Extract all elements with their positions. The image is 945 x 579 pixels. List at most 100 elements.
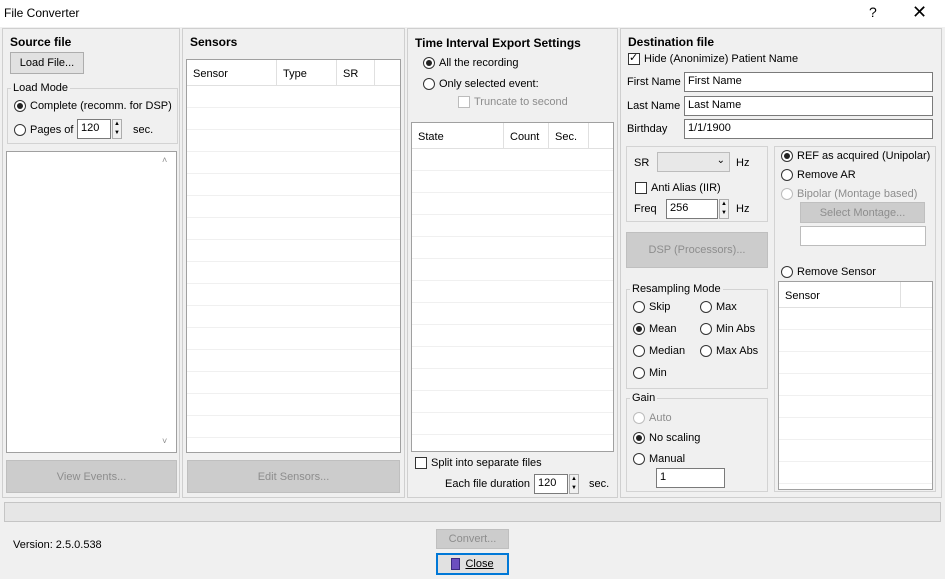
radio-indicator[interactable] (781, 188, 793, 200)
selected-event-label: Only selected event: (439, 78, 539, 90)
gain-label: Gain (630, 392, 658, 404)
load-file-button[interactable]: Load File... (10, 52, 84, 74)
no-scaling-radio[interactable]: No scaling (633, 432, 700, 444)
manual-gain-input[interactable]: 1 (656, 468, 725, 488)
bipolar-radio[interactable]: Bipolar (Montage based) (781, 188, 917, 200)
column-type[interactable]: Type (277, 60, 337, 85)
sr-label: SR (634, 157, 650, 169)
anti-alias-checkbox[interactable]: Anti Alias (IIR) (635, 182, 721, 194)
version-label: Version: 2.5.0.538 (13, 539, 102, 551)
last-name-input[interactable]: Last Name (684, 96, 933, 116)
select-montage-button[interactable]: Select Montage... (800, 202, 925, 223)
manual-radio[interactable]: Manual (633, 453, 685, 465)
resampling-label: Resampling Mode (630, 283, 723, 295)
radio-indicator[interactable] (700, 345, 712, 357)
close-button[interactable]: Close (436, 553, 509, 575)
radio-indicator[interactable] (700, 301, 712, 313)
skip-radio[interactable]: Skip (633, 301, 670, 313)
remove-sensor-label: Remove Sensor (797, 266, 876, 278)
mean-radio[interactable]: Mean (633, 323, 677, 335)
remove-ar-radio[interactable]: Remove AR (781, 169, 856, 181)
radio-indicator[interactable] (633, 367, 645, 379)
sr-hz-label: Hz (736, 157, 750, 169)
source-file-title: Source file (10, 35, 72, 49)
radio-indicator[interactable] (633, 453, 645, 465)
split-files-checkbox[interactable]: Split into separate files (415, 457, 542, 469)
column-sr[interactable]: SR (337, 60, 375, 85)
radio-indicator[interactable] (14, 124, 26, 136)
remove-sensor-table[interactable]: Sensor (778, 281, 933, 490)
pages-input[interactable]: 120 (77, 119, 111, 139)
column-sec[interactable]: Sec. (549, 123, 589, 148)
close-window-button[interactable]: ✕ (912, 2, 927, 23)
truncate-checkbox[interactable]: Truncate to second (458, 96, 568, 108)
min-abs-radio[interactable]: Min Abs (700, 323, 755, 335)
destination-title: Destination file (628, 35, 715, 49)
column-sensor[interactable]: Sensor (779, 282, 901, 307)
radio-indicator[interactable] (633, 345, 645, 357)
montage-field[interactable] (800, 226, 926, 246)
radio-indicator[interactable] (633, 432, 645, 444)
checkbox-indicator[interactable] (635, 182, 647, 194)
pages-sec-label: sec. (133, 124, 154, 136)
pages-spinner[interactable]: ▲ ▼ (112, 119, 122, 139)
sensors-table[interactable]: Sensor Type SR (186, 59, 401, 453)
sensors-rows (187, 86, 400, 438)
radio-indicator[interactable] (633, 412, 645, 424)
checkbox-indicator[interactable] (415, 457, 427, 469)
auto-label: Auto (649, 412, 672, 424)
freq-spinner[interactable]: ▲ ▼ (719, 199, 729, 219)
state-table-header: State Count Sec. (412, 123, 613, 149)
chevron-down-icon[interactable]: ⌄ (717, 155, 725, 166)
checkbox-indicator[interactable] (628, 51, 640, 65)
radio-indicator[interactable] (781, 266, 793, 278)
dsp-button[interactable]: DSP (Processors)... (626, 232, 768, 268)
last-name-label: Last Name (627, 100, 681, 112)
column-state[interactable]: State (412, 123, 504, 148)
birthday-input[interactable]: 1/1/1900 (684, 119, 933, 139)
max-radio[interactable]: Max (700, 301, 737, 313)
scroll-down-icon[interactable]: ˅ (162, 436, 167, 446)
min-radio[interactable]: Min (633, 367, 667, 379)
events-list[interactable] (6, 151, 177, 453)
complete-radio[interactable]: Complete (recomm. for DSP) (14, 100, 172, 112)
duration-input[interactable]: 120 (534, 474, 568, 494)
radio-indicator[interactable] (14, 100, 26, 112)
mean-label: Mean (649, 323, 677, 335)
radio-indicator[interactable] (633, 323, 645, 335)
duration-spinner[interactable]: ▲ ▼ (569, 474, 579, 494)
column-sensor[interactable]: Sensor (187, 60, 277, 85)
view-events-button[interactable]: View Events... (6, 460, 177, 493)
help-button[interactable]: ? (869, 4, 877, 20)
radio-indicator[interactable] (423, 57, 435, 69)
max-abs-radio[interactable]: Max Abs (700, 345, 758, 357)
all-recording-radio[interactable]: All the recording (423, 57, 519, 69)
state-table[interactable]: State Count Sec. (411, 122, 614, 452)
manual-label: Manual (649, 453, 686, 465)
convert-button[interactable]: Convert... (436, 529, 509, 549)
all-recording-label: All the recording (439, 57, 519, 69)
selected-event-radio[interactable]: Only selected event: (423, 78, 539, 90)
edit-sensors-button[interactable]: Edit Sensors... (187, 460, 400, 493)
first-name-input[interactable]: First Name (684, 72, 933, 92)
sr-select[interactable]: ⌄ (657, 152, 730, 172)
remove-sensor-radio[interactable]: Remove Sensor (781, 266, 876, 278)
radio-indicator[interactable] (633, 301, 645, 313)
scroll-up-icon[interactable]: ˄ (162, 155, 167, 165)
no-scaling-label: No scaling (649, 432, 701, 444)
bipolar-label: Bipolar (Montage based) (797, 188, 918, 200)
checkbox-indicator[interactable] (458, 96, 470, 108)
radio-indicator[interactable] (781, 169, 793, 181)
radio-indicator[interactable] (423, 78, 435, 90)
hide-name-checkbox[interactable]: Hide (Anonimize) Patient Name (628, 51, 798, 65)
median-radio[interactable]: Median (633, 345, 685, 357)
title-bar: File Converter ? ✕ (0, 0, 945, 27)
radio-indicator[interactable] (700, 323, 712, 335)
ref-acquired-radio[interactable]: REF as acquired (Unipolar) (781, 150, 930, 162)
radio-indicator[interactable] (781, 150, 793, 162)
column-count[interactable]: Count (504, 123, 549, 148)
freq-input[interactable]: 256 (666, 199, 718, 219)
min-label: Min (649, 367, 667, 379)
auto-radio[interactable]: Auto (633, 412, 672, 424)
pages-radio[interactable]: Pages of (14, 124, 73, 136)
